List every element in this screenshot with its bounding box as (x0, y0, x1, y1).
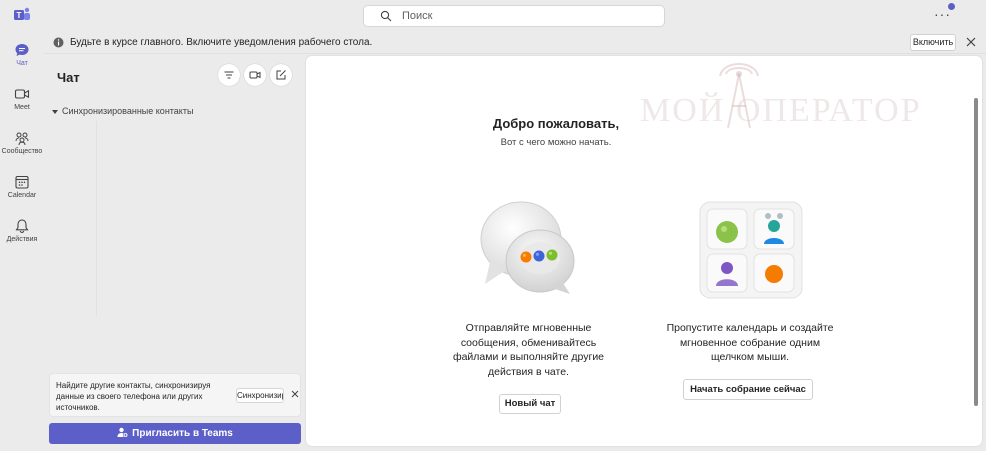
rail-label-activity: Действия (6, 236, 38, 243)
notification-text: Будьте в курсе главного. Включите уведом… (70, 37, 373, 48)
notification-bar: Будьте в курсе главного. Включите уведом… (44, 32, 986, 54)
divider (96, 121, 97, 316)
rail-label-chat: Чат (16, 60, 28, 67)
meeting-grid-illustration (699, 201, 803, 299)
title-bar: T Поиск ··· (0, 0, 986, 32)
welcome-subtitle: Вот с чего можно начать. (500, 137, 612, 148)
new-chat-button[interactable]: Новый чат (499, 394, 561, 414)
rail-item-activity[interactable]: Действия (0, 212, 44, 252)
filter-icon (224, 71, 234, 79)
enable-notifications-button[interactable]: Включить (910, 34, 956, 51)
main-welcome-card: МОЙ ОПЕРАТОР Добро пожаловать, Вот с чег… (306, 56, 982, 446)
rail-label-meet: Meet (14, 104, 30, 111)
start-meeting-now-button[interactable]: Начать собрание сейчас (683, 379, 813, 400)
sync-button[interactable]: Синхронизировать (236, 388, 284, 403)
search-box[interactable]: Поиск (363, 5, 665, 27)
rail-label-calendar: Calendar (7, 192, 37, 199)
add-people-icon (117, 427, 129, 438)
close-icon[interactable] (290, 389, 300, 399)
video-camera-icon (14, 89, 30, 99)
chat-icon (15, 44, 29, 56)
synced-contacts-section[interactable]: Синхронизированные контакты (52, 106, 193, 116)
meeting-feature-description: Пропустите календарь и создайте мгновенн… (666, 322, 834, 363)
meet-now-button[interactable] (244, 64, 266, 86)
rail-item-chat[interactable]: Чат (0, 36, 44, 76)
close-icon[interactable] (964, 35, 978, 49)
search-input[interactable]: Поиск (402, 10, 432, 22)
chevron-down-icon (52, 109, 58, 114)
scrollbar[interactable] (974, 98, 978, 406)
filter-button[interactable] (218, 64, 240, 86)
sync-contacts-card: Найдите другие контакты, синхронизируя д… (49, 373, 301, 417)
welcome-title: Добро пожаловать, (492, 116, 620, 131)
invite-label: Пригласить в Teams (132, 428, 233, 439)
chat-feature-column: Отправляйте мгновенные сообщения, обмени… (446, 321, 611, 379)
meeting-feature-column: Пропустите календарь и создайте мгновенн… (662, 321, 838, 365)
info-icon (53, 37, 64, 48)
sync-card-text: Найдите другие контакты, синхронизируя д… (56, 381, 211, 412)
chat-bubbles-illustration (480, 201, 575, 294)
rail-label-community: Сообщество (1, 148, 43, 155)
calendar-icon (15, 175, 29, 189)
video-camera-icon (249, 71, 261, 79)
section-label: Синхронизированные контакты (62, 106, 194, 116)
rail-item-community[interactable]: Сообщество (0, 124, 44, 164)
rail-item-calendar[interactable]: Calendar (0, 168, 44, 208)
bell-icon (15, 219, 29, 234)
profile-status-dot[interactable] (948, 3, 955, 10)
svg-text:T: T (17, 11, 22, 20)
teams-logo-icon[interactable]: T (13, 6, 31, 24)
community-icon (15, 132, 29, 146)
rail-item-meet[interactable]: Meet (0, 80, 44, 120)
chat-panel: Чат Синхронизированные контакты Найдите … (44, 55, 306, 451)
compose-icon (276, 70, 286, 80)
chat-panel-title: Чат (57, 70, 80, 85)
invite-to-teams-button[interactable]: Пригласить в Teams (49, 423, 301, 444)
new-chat-compose-button[interactable] (270, 64, 292, 86)
search-icon (380, 10, 392, 22)
chat-feature-description: Отправляйте мгновенные сообщения, обмени… (452, 322, 605, 378)
app-rail: Чат Meet Сообщество Calendar Действия (0, 32, 44, 451)
